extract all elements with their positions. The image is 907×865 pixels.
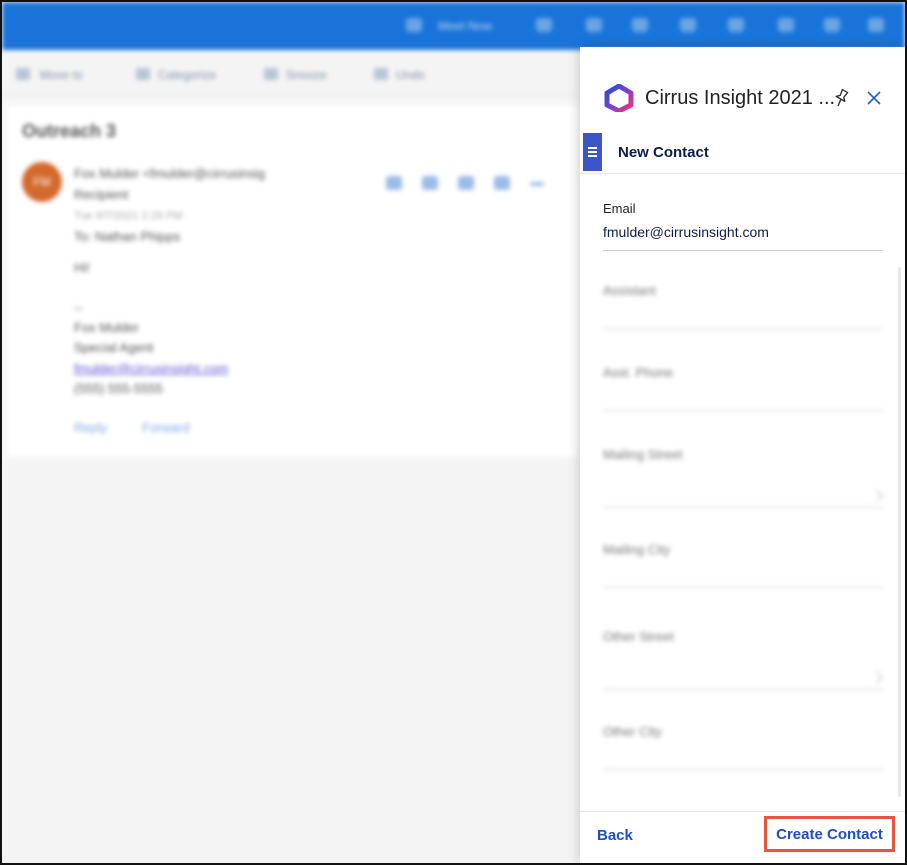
reply-link[interactable]: Reply — [74, 420, 107, 435]
meet-now-label[interactable]: Meet Now — [438, 19, 492, 33]
bell-icon[interactable] — [680, 18, 696, 32]
message-reading-pane: Outreach 3 FM Fox Mulder <fmulder@cirrus… — [8, 106, 578, 456]
sender-avatar[interactable]: FM — [22, 162, 62, 202]
email-value[interactable]: fmulder@cirrusinsight.com — [603, 224, 883, 240]
body-greeting: Hi! — [74, 260, 90, 275]
email-field[interactable]: Email fmulder@cirrusinsight.com — [603, 201, 883, 251]
message-subject: Outreach 3 — [22, 121, 117, 141]
categorize-icon[interactable] — [136, 68, 150, 80]
teams-icon[interactable] — [586, 18, 602, 32]
chat-icon[interactable] — [536, 18, 552, 32]
mailing-city-label: Mailing City — [603, 542, 671, 557]
asst-phone-input[interactable] — [603, 410, 883, 411]
pin-icon[interactable] — [830, 87, 852, 109]
hamburger-menu-icon[interactable] — [583, 133, 602, 171]
addin-action-icon[interactable] — [386, 176, 402, 190]
email-label: Email — [603, 201, 636, 216]
signature-email-link[interactable]: fmulder@cirrusinsight.com — [74, 361, 228, 376]
create-contact-button[interactable]: Create Contact — [764, 816, 895, 852]
form-title-bar: New Contact — [580, 131, 905, 174]
cirrus-insight-panel: Cirrus Insight 2021 ... New Contact Emai… — [580, 47, 905, 863]
sender-name[interactable]: Fox Mulder <fmulder@cirrusinsig — [74, 166, 265, 181]
more-actions-icon[interactable] — [530, 182, 544, 186]
other-street-field[interactable]: Other Street — [603, 629, 883, 690]
categorize-command[interactable]: Categorize — [158, 68, 216, 82]
snooze-icon[interactable] — [264, 68, 278, 80]
reply-action-icon[interactable] — [422, 176, 438, 190]
meet-now-icon[interactable] — [406, 18, 422, 32]
signature-title: Special Agent — [74, 340, 154, 355]
reading-pane-empty-area — [2, 462, 582, 863]
resize-handle-icon[interactable] — [870, 489, 883, 502]
forward-action-icon[interactable] — [494, 176, 510, 190]
account-icon[interactable] — [868, 18, 884, 32]
back-button[interactable]: Back — [597, 827, 633, 844]
screenshot-frame: Meet Now Move to Categorize Snooze Undo … — [0, 0, 907, 865]
assistant-field[interactable]: Assistant — [603, 283, 883, 329]
reply-all-action-icon[interactable] — [458, 176, 474, 190]
move-to-icon[interactable] — [16, 68, 30, 80]
undo-icon[interactable] — [374, 68, 388, 80]
forward-link[interactable]: Forward — [142, 420, 190, 435]
other-city-input[interactable] — [603, 769, 883, 770]
form-footer: Back Create Contact — [580, 811, 905, 863]
asst-phone-field[interactable]: Asst. Phone — [603, 365, 883, 411]
other-city-label: Other City — [603, 724, 662, 739]
mailing-street-field[interactable]: Mailing Street — [603, 447, 883, 508]
snooze-command[interactable]: Snooze — [286, 68, 327, 82]
signature-dash: -- — [74, 300, 83, 315]
panel-header: Cirrus Insight 2021 ... — [580, 47, 905, 129]
close-icon[interactable] — [863, 87, 885, 109]
panel-scrollbar[interactable] — [898, 267, 901, 797]
megaphone-icon[interactable] — [824, 18, 840, 32]
asst-phone-label: Asst. Phone — [603, 365, 674, 380]
signature-name: Fox Mulder — [74, 320, 140, 335]
mailing-street-label: Mailing Street — [603, 447, 683, 462]
recipient-line: Recipient — [74, 187, 129, 202]
outlook-top-bar: Meet Now — [2, 2, 905, 50]
calendar-icon[interactable] — [632, 18, 648, 32]
assistant-label: Assistant — [603, 283, 656, 298]
resize-handle-icon[interactable] — [870, 671, 883, 684]
mailing-city-input[interactable] — [603, 587, 883, 588]
move-to-command[interactable]: Move to — [40, 68, 83, 82]
help-icon[interactable] — [778, 18, 794, 32]
mailing-street-input[interactable] — [603, 507, 883, 508]
app-title: Cirrus Insight 2021 ... — [645, 87, 836, 109]
other-city-field[interactable]: Other City — [603, 724, 883, 770]
message-date: Tue 9/7/2021 2:29 PM — [74, 210, 183, 222]
assistant-input[interactable] — [603, 328, 883, 329]
cirrus-logo-icon — [604, 84, 634, 112]
other-street-input[interactable] — [603, 689, 883, 690]
email-underline — [603, 250, 883, 251]
new-contact-form: Email fmulder@cirrusinsight.com Assistan… — [580, 173, 905, 811]
to-line: To: Nathan Phipps — [74, 229, 181, 244]
mailing-city-field[interactable]: Mailing City — [603, 542, 883, 588]
form-title: New Contact — [618, 144, 709, 161]
undo-command[interactable]: Undo — [396, 68, 425, 82]
other-street-label: Other Street — [603, 629, 674, 644]
signature-phone: (555) 555-5555 — [74, 381, 163, 396]
gear-icon[interactable] — [728, 18, 744, 32]
